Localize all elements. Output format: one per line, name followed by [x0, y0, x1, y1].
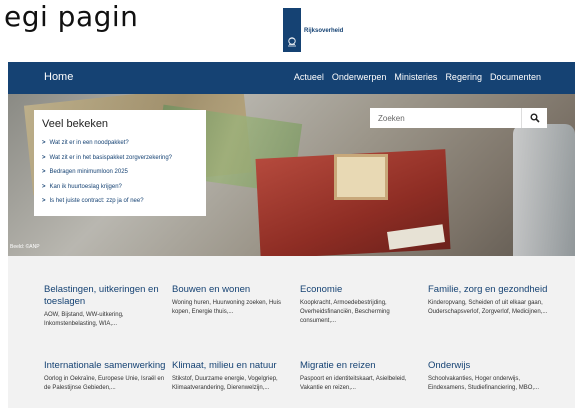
most-viewed-link-label: Is het juiste contract: zzp ja of nee?	[49, 198, 144, 205]
logo[interactable]	[283, 8, 301, 52]
topic-card[interactable]: Belastingen, uitkeringen en toeslagen AO…	[44, 284, 166, 329]
most-viewed-panel: Veel bekeken > Wat zit er in een noodpak…	[34, 110, 206, 216]
topic-title[interactable]: Bouwen en wonen	[172, 284, 294, 296]
topic-card[interactable]: Migratie en reizen Paspoort en identitei…	[300, 360, 422, 393]
image-credit: Beeld: ©ANP	[10, 244, 40, 250]
nav-item-actueel[interactable]: Actueel	[294, 72, 324, 82]
topic-card[interactable]: Onderwijs Schoolvakanties, Hoger onderwi…	[428, 360, 550, 393]
most-viewed-link-label: Wat zit er in het basispakket zorgverzek…	[49, 154, 173, 161]
bottle-shape	[513, 124, 575, 256]
topic-card[interactable]: Economie Koopkracht, Armoedebestrijding,…	[300, 284, 422, 326]
most-viewed-link[interactable]: > Bedragen minimumloon 2025	[42, 165, 196, 180]
topic-description: Paspoort en identiteitskaart, Asielbelei…	[300, 376, 407, 391]
chevron-right-icon: >	[42, 198, 46, 205]
chevron-right-icon: >	[42, 183, 46, 190]
topic-description: Kinderopvang, Scheiden of uit elkaar gaa…	[428, 300, 548, 315]
topic-title[interactable]: Migratie en reizen	[300, 360, 422, 372]
topic-title[interactable]: Belastingen, uitkeringen en toeslagen	[44, 284, 166, 308]
topic-title[interactable]: Onderwijs	[428, 360, 550, 372]
nav-item-onderwerpen[interactable]: Onderwerpen	[332, 72, 387, 82]
topic-card[interactable]: Familie, zorg en gezondheid Kinderopvang…	[428, 284, 550, 317]
topic-title[interactable]: Klimaat, milieu en natuur	[172, 360, 294, 372]
topic-card[interactable]: Bouwen en wonen Woning huren, Huurwoning…	[172, 284, 294, 317]
topic-title[interactable]: Economie	[300, 284, 422, 296]
search-icon	[530, 113, 540, 123]
most-viewed-title: Veel bekeken	[42, 118, 109, 130]
topic-card[interactable]: Klimaat, milieu en natuur Stikstof, Duur…	[172, 360, 294, 393]
search-button[interactable]	[521, 108, 547, 128]
search-bar	[370, 108, 547, 128]
topic-title[interactable]: Familie, zorg en gezondheid	[428, 284, 550, 296]
topic-description: AOW, Bijstand, WW-uitkering, Inkomstenbe…	[44, 312, 124, 327]
most-viewed-link[interactable]: > Kan ik huurtoeslag krijgen?	[42, 180, 196, 195]
nav-home-link[interactable]: Home	[44, 71, 73, 83]
crest-icon	[288, 37, 296, 47]
most-viewed-link[interactable]: > Wat zit er in een noodpakket?	[42, 136, 196, 151]
main-nav: Home Actueel Onderwerpen Ministeries Reg…	[8, 62, 575, 94]
most-viewed-list: > Wat zit er in een noodpakket? > Wat zi…	[42, 136, 196, 209]
logo-wordmark: Rijksoverheid	[304, 28, 344, 34]
topic-description: Schoolvakanties, Hoger onderwijs, Eindex…	[428, 376, 540, 391]
topic-card[interactable]: Internationale samenwerking Oorlog in Oe…	[44, 360, 166, 393]
most-viewed-link-label: Kan ik huurtoeslag krijgen?	[49, 183, 122, 190]
most-viewed-link-label: Bedragen minimumloon 2025	[49, 169, 128, 176]
nav-menu: Actueel Onderwerpen Ministeries Regering…	[294, 72, 541, 82]
most-viewed-link[interactable]: > Wat zit er in het basispakket zorgverz…	[42, 151, 196, 166]
search-input[interactable]	[370, 108, 521, 128]
topic-description: Oorlog in Oekraïne, Europese Unie, Israë…	[44, 376, 165, 391]
nav-item-ministeries[interactable]: Ministeries	[394, 72, 437, 82]
chevron-right-icon: >	[42, 169, 46, 176]
nav-item-documenten[interactable]: Documenten	[490, 72, 541, 82]
topic-description: Koopkracht, Armoedebestrijding, Overheid…	[300, 300, 390, 324]
chevron-right-icon: >	[42, 140, 46, 147]
topic-description: Woning huren, Huurwoning zoeken, Huis ko…	[172, 300, 281, 315]
nav-item-regering[interactable]: Regering	[445, 72, 482, 82]
topic-description: Stikstof, Duurzame energie, Vogelgriep, …	[172, 376, 278, 391]
chevron-right-icon: >	[42, 154, 46, 161]
most-viewed-link-label: Wat zit er in een noodpakket?	[49, 140, 129, 147]
most-viewed-link[interactable]: > Is het juiste contract: zzp ja of nee?	[42, 194, 196, 209]
matchbox-shape	[334, 154, 388, 200]
topics-grid: Belastingen, uitkeringen en toeslagen AO…	[8, 256, 575, 408]
topic-title[interactable]: Internationale samenwerking	[44, 360, 166, 372]
page-caption: egi pagin	[4, 2, 139, 33]
